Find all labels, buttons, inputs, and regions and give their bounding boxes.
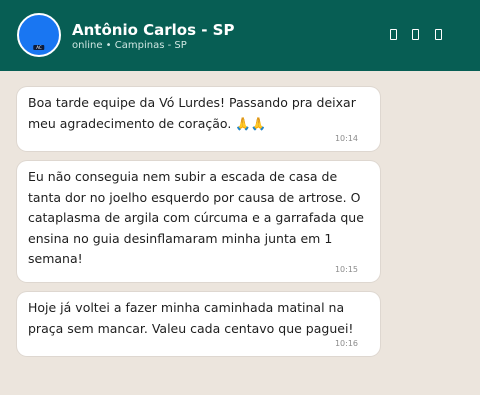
- message-text: Hoje já voltei a fazer minha caminhada m…: [28, 300, 354, 336]
- message-time: 10:15: [334, 265, 358, 274]
- message-bubble[interactable]: Boa tarde equipe da Vó Lurdes! Passando …: [17, 87, 380, 151]
- avatar-initials-badge: AC: [33, 45, 45, 50]
- menu-icon[interactable]: [435, 29, 442, 40]
- message-text: Eu não conseguia nem subir a escada de c…: [28, 169, 364, 266]
- contact-avatar[interactable]: AC: [17, 13, 61, 57]
- message-bubble[interactable]: Hoje já voltei a fazer minha caminhada m…: [17, 292, 380, 356]
- phone-icon[interactable]: [412, 29, 419, 40]
- message-text: Boa tarde equipe da Vó Lurdes! Passando …: [28, 95, 356, 131]
- contact-name[interactable]: Antônio Carlos - SP: [72, 20, 234, 40]
- contact-status: online • Campinas - SP: [72, 40, 187, 51]
- video-call-icon[interactable]: [390, 29, 397, 40]
- message-time: 10:14: [334, 134, 358, 143]
- chat-header: AC Antônio Carlos - SP online • Campinas…: [0, 0, 480, 71]
- message-bubble[interactable]: Eu não conseguia nem subir a escada de c…: [17, 161, 380, 282]
- message-time: 10:16: [334, 339, 358, 348]
